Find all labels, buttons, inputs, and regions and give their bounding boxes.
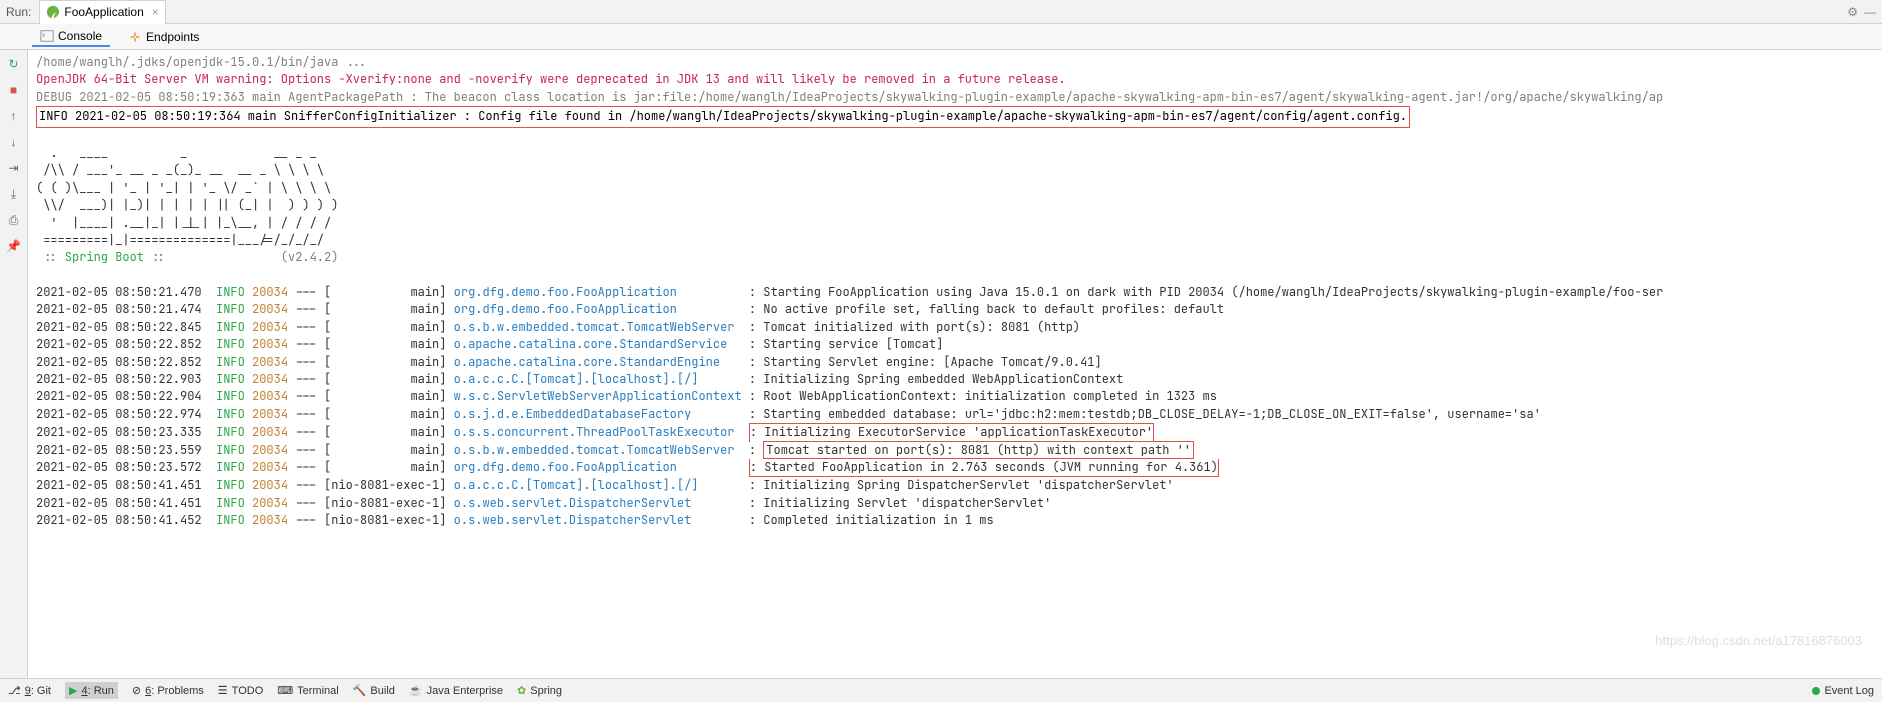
log-line: 2021-02-05 08:50:21.474 INFO 20034 --- […: [36, 301, 1874, 318]
status-todo[interactable]: ☰TODO: [218, 684, 263, 697]
log-line: 2021-02-05 08:50:21.470 INFO 20034 --- […: [36, 284, 1874, 301]
status-problems[interactable]: ⊘6: Problems: [132, 684, 204, 697]
warn-line: OpenJDK 64-Bit Server VM warning: Option…: [36, 71, 1874, 88]
tab-console-label: Console: [58, 29, 102, 43]
endpoints-icon: [128, 30, 142, 44]
ascii-art-line: ( ( )\___ | '_ | '_| | '_ \/ _` | \ \ \ …: [36, 180, 1874, 197]
log-line: 2021-02-05 08:50:23.559 INFO 20034 --- […: [36, 442, 1874, 459]
status-jee[interactable]: ☕Java Enterprise: [409, 684, 503, 697]
hide-icon[interactable]: —: [1864, 5, 1876, 19]
status-git[interactable]: ⎇9: Git: [8, 684, 51, 697]
log-line: 2021-02-05 08:50:41.452 INFO 20034 --- […: [36, 512, 1874, 529]
console-gutter: ↻ ■ ↑ ↓ ⇥ ⤓ ⎙ 📌: [0, 50, 28, 678]
soft-wrap-button[interactable]: ⇥: [4, 158, 24, 178]
status-run[interactable]: ▶4: Run: [65, 682, 118, 699]
log-line: 2021-02-05 08:50:23.572 INFO 20034 --- […: [36, 459, 1874, 477]
stop-button[interactable]: ■: [4, 80, 24, 100]
log-line: 2021-02-05 08:50:22.845 INFO 20034 --- […: [36, 319, 1874, 336]
log-line: 2021-02-05 08:50:22.974 INFO 20034 --- […: [36, 406, 1874, 423]
up-button[interactable]: ↑: [4, 106, 24, 126]
gear-icon[interactable]: ⚙: [1847, 5, 1858, 19]
pin-button[interactable]: 📌: [4, 236, 24, 256]
rerun-button[interactable]: ↻: [4, 54, 24, 74]
print-button[interactable]: ⎙: [4, 210, 24, 230]
status-build[interactable]: 🔨Build: [353, 684, 395, 697]
cmd-line: /home/wanglh/.jdks/openjdk-15.0.1/bin/ja…: [36, 54, 1874, 71]
down-button[interactable]: ↓: [4, 132, 24, 152]
debug-line: DEBUG 2021-02-05 08:50:19:363 main Agent…: [36, 89, 1874, 106]
watermark-text: https://blog.csdn.net/a17816876003: [1655, 633, 1862, 648]
status-bar: ⎇9: Git ▶4: Run ⊘6: Problems ☰TODO ⌨Term…: [0, 678, 1882, 702]
tab-title: FooApplication: [64, 5, 143, 19]
ascii-art-line: /\\ / ___'_ __ _ _(_)_ __ __ _ \ \ \ \: [36, 162, 1874, 179]
log-line: 2021-02-05 08:50:22.904 INFO 20034 --- […: [36, 388, 1874, 405]
log-line: 2021-02-05 08:50:23.335 INFO 20034 --- […: [36, 423, 1874, 441]
spring-leaf-icon: [46, 5, 60, 19]
ascii-art-line: \\/ ___)| |_)| | | | | || (_| | ) ) ) ): [36, 197, 1874, 214]
info-highlight-line: INFO 2021-02-05 08:50:19:364 main Sniffe…: [36, 106, 1874, 127]
run-toolwindow-header: Run: FooApplication × ⚙ —: [0, 0, 1882, 24]
notification-dot-icon: [1812, 687, 1820, 695]
close-icon[interactable]: ×: [152, 5, 159, 19]
tab-endpoints-label: Endpoints: [146, 30, 199, 44]
spring-boot-line: :: Spring Boot :: (v2.4.2): [36, 249, 1874, 266]
status-event-log[interactable]: Event Log: [1812, 685, 1874, 697]
ascii-art-line: ' |____| .__|_| |_|_| |_\__, | / / / /: [36, 215, 1874, 232]
console-tabs: Console Endpoints: [0, 24, 1882, 50]
tab-endpoints[interactable]: Endpoints: [120, 28, 207, 46]
scroll-end-button[interactable]: ⤓: [4, 184, 24, 204]
ascii-art-line: . ____ _ __ _ _: [36, 145, 1874, 162]
log-line: 2021-02-05 08:50:22.852 INFO 20034 --- […: [36, 354, 1874, 371]
console-output: /home/wanglh/.jdks/openjdk-15.0.1/bin/ja…: [28, 50, 1882, 534]
status-terminal[interactable]: ⌨Terminal: [277, 684, 338, 697]
log-line: 2021-02-05 08:50:41.451 INFO 20034 --- […: [36, 495, 1874, 512]
run-config-tab[interactable]: FooApplication ×: [39, 0, 165, 24]
log-line: 2021-02-05 08:50:41.451 INFO 20034 --- […: [36, 477, 1874, 494]
console-icon: [40, 29, 54, 43]
run-label: Run:: [6, 5, 31, 19]
log-line: 2021-02-05 08:50:22.903 INFO 20034 --- […: [36, 371, 1874, 388]
tab-console[interactable]: Console: [32, 27, 110, 47]
ascii-art-line: =========|_|==============|___/=/_/_/_/: [36, 232, 1874, 249]
log-line: 2021-02-05 08:50:22.852 INFO 20034 --- […: [36, 336, 1874, 353]
console-scroll[interactable]: /home/wanglh/.jdks/openjdk-15.0.1/bin/ja…: [28, 50, 1882, 678]
status-spring[interactable]: ✿Spring: [517, 684, 562, 697]
